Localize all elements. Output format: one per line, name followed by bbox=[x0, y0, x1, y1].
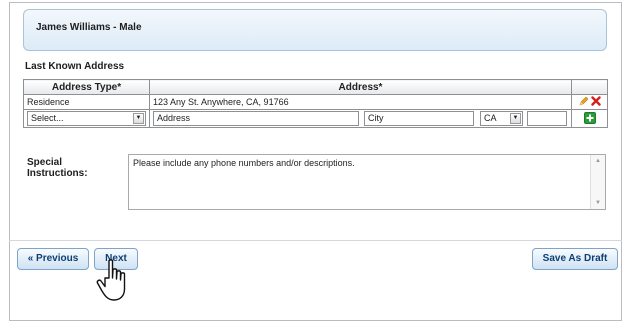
column-header-address-type: Address Type* bbox=[23, 79, 150, 95]
scroll-down-icon[interactable]: ▼ bbox=[591, 200, 605, 206]
special-instructions-textarea[interactable]: Please include any phone numbers and/or … bbox=[128, 154, 606, 210]
special-instructions-label-line2: Instructions: bbox=[27, 168, 88, 179]
new-address-row: Select... ▼ Address City CA ▼ bbox=[23, 109, 608, 128]
delete-x-icon[interactable] bbox=[591, 96, 601, 108]
address-type-select[interactable]: Select... ▼ bbox=[27, 111, 146, 126]
add-cell bbox=[571, 109, 608, 128]
zip-input[interactable] bbox=[527, 111, 567, 126]
pencil-icon[interactable] bbox=[578, 96, 589, 109]
state-select-value: CA bbox=[484, 113, 497, 123]
column-header-address: Address* bbox=[149, 79, 572, 95]
hand-pointer-icon bbox=[94, 258, 140, 306]
address-table: Address Type* Address* Residence 123 Any… bbox=[23, 79, 608, 128]
person-header: James Williams - Male bbox=[23, 9, 607, 51]
save-as-draft-button[interactable]: Save As Draft bbox=[532, 248, 618, 270]
row-actions bbox=[571, 94, 608, 110]
address-type-select-value: Select... bbox=[31, 113, 64, 123]
special-instructions-label: Special Instructions: bbox=[27, 157, 88, 179]
person-name: James Williams - Male bbox=[36, 22, 142, 33]
scroll-up-icon[interactable]: ▲ bbox=[591, 158, 605, 164]
section-title: Last Known Address bbox=[25, 61, 125, 72]
address-input[interactable]: Address bbox=[153, 111, 359, 126]
state-select[interactable]: CA ▼ bbox=[480, 111, 523, 126]
footer-divider bbox=[9, 240, 622, 241]
address-type-cell: Residence bbox=[23, 94, 150, 110]
new-address-inputs-cell: Address City CA ▼ bbox=[149, 109, 572, 128]
city-input[interactable]: City bbox=[364, 111, 474, 126]
chevron-down-icon[interactable]: ▼ bbox=[133, 113, 144, 124]
address-cell: 123 Any St. Anywhere, CA, 91766 bbox=[149, 94, 572, 110]
table-row: Residence 123 Any St. Anywhere, CA, 9176… bbox=[23, 94, 608, 110]
special-instructions-label-line1: Special bbox=[27, 157, 63, 168]
add-plus-icon[interactable] bbox=[583, 111, 596, 126]
previous-button[interactable]: « Previous bbox=[17, 248, 89, 270]
address-input-placeholder: Address bbox=[157, 113, 191, 123]
city-input-placeholder: City bbox=[368, 113, 384, 123]
table-header-row: Address Type* Address* bbox=[23, 79, 608, 95]
textarea-scrollbar[interactable]: ▲ ▼ bbox=[590, 155, 605, 209]
chevron-down-icon[interactable]: ▼ bbox=[510, 113, 521, 124]
address-type-select-cell: Select... ▼ bbox=[23, 109, 150, 128]
special-instructions-placeholder: Please include any phone numbers and/or … bbox=[133, 158, 355, 168]
column-header-actions bbox=[571, 79, 608, 95]
